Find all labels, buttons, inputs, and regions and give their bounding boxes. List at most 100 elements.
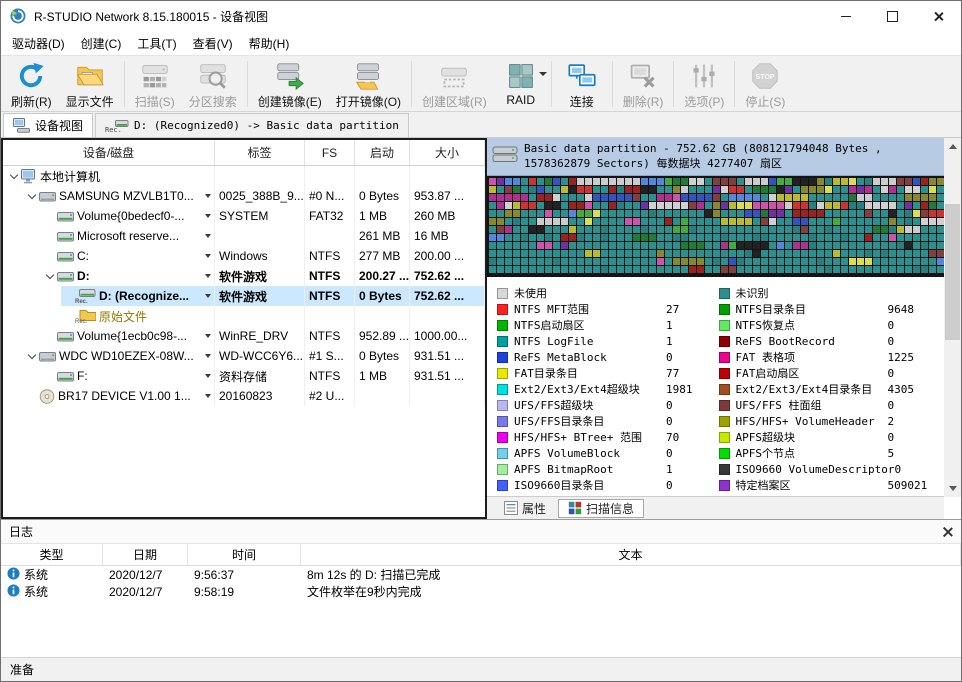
- scan-block: [537, 202, 544, 209]
- show-files-button[interactable]: 显示文件: [59, 58, 121, 110]
- refresh-button[interactable]: 刷新(R): [4, 58, 59, 110]
- scan-block: [825, 186, 832, 193]
- open-image-button[interactable]: 打开镜像(O): [329, 58, 408, 110]
- partition-search-button[interactable]: 分区搜索: [182, 58, 244, 110]
- expand-chevron-icon[interactable]: [43, 266, 57, 286]
- log-row[interactable]: 系统2020/12/79:58:19文件枚举在9秒内完成: [1, 583, 961, 600]
- scan-block: [617, 194, 624, 201]
- scan-block: [841, 250, 848, 257]
- scan-block: [545, 202, 552, 209]
- tree-column-header[interactable]: 设备/磁盘: [3, 140, 215, 165]
- log-column-header[interactable]: 类型: [1, 544, 103, 565]
- dropdown-arrow-icon[interactable]: [539, 72, 547, 76]
- toolbar-separator: [124, 61, 125, 107]
- scan-block: [585, 202, 592, 209]
- tree-row-wdc-disk[interactable]: WDC WD10EZEX-08W...WD-WCC6Y6...#1 S...0 …: [3, 346, 485, 366]
- tree-row-drive-f[interactable]: F:资料存储NTFS1 MB931.51 ...: [3, 366, 485, 386]
- legend-label: 未使用: [514, 285, 666, 301]
- log-time: 9:56:37: [188, 568, 301, 582]
- scan-block: [705, 194, 712, 201]
- menu-create[interactable]: 创建(C): [73, 31, 130, 55]
- scan-block: [825, 258, 832, 265]
- expand-chevron-icon[interactable]: [25, 346, 39, 366]
- tree-column-header[interactable]: 标签: [215, 140, 305, 165]
- options-button[interactable]: 选项(P): [677, 58, 731, 110]
- scroll-thumb[interactable]: [945, 204, 960, 341]
- stop-button[interactable]: STOP停止(S): [738, 58, 792, 110]
- scan-block: [817, 226, 824, 233]
- maximize-button[interactable]: [869, 1, 915, 31]
- menu-view[interactable]: 查看(V): [185, 31, 241, 55]
- scan-info-panel: Basic data partition - 752.62 GB (808121…: [487, 138, 961, 519]
- scroll-down-arrow[interactable]: [944, 480, 961, 497]
- scroll-up-arrow[interactable]: [944, 138, 961, 155]
- delete-button[interactable]: 删除(R): [616, 58, 671, 110]
- scan-block: [593, 250, 600, 257]
- scan-block: [737, 218, 744, 225]
- raid-button[interactable]: RAID: [494, 58, 548, 110]
- scan-block: [745, 234, 752, 241]
- scan-block: [825, 266, 832, 273]
- row-dropdown-arrow[interactable]: [205, 354, 211, 358]
- tab-device-view[interactable]: 设备视图: [3, 113, 93, 137]
- menu-tools[interactable]: 工具(T): [129, 31, 184, 55]
- scan-block: [729, 210, 736, 217]
- log-title: 日志: [9, 523, 33, 540]
- expand-chevron-icon[interactable]: [7, 166, 21, 186]
- scroll-track[interactable]: [944, 155, 961, 480]
- tree-row-raw-files[interactable]: Rec.原始文件: [3, 306, 485, 326]
- log-column-header[interactable]: 文本: [301, 544, 961, 565]
- scan-block: [873, 226, 880, 233]
- row-dropdown-arrow[interactable]: [205, 334, 211, 338]
- minimize-button[interactable]: [823, 1, 869, 31]
- tree-row-microsoft-reserved[interactable]: Microsoft reserve...261 MB16 MB: [3, 226, 485, 246]
- log-column-header[interactable]: 时间: [188, 544, 301, 565]
- create-image-button[interactable]: 创建镜像(E): [251, 58, 329, 110]
- row-dropdown-arrow[interactable]: [205, 214, 211, 218]
- log-row[interactable]: 系统2020/12/79:56:378m 12s 的 D: 扫描已完成: [1, 566, 961, 583]
- tree-row-drive-d-recognized[interactable]: Rec.D: (Recognize...软件游戏NTFS0 Bytes752.6…: [3, 286, 485, 306]
- tree-row-local-computer[interactable]: 本地计算机: [3, 166, 485, 186]
- close-button[interactable]: [915, 1, 961, 31]
- scan-block: [913, 218, 920, 225]
- tree-row-samsung-disk[interactable]: SAMSUNG MZVLB1T0...0025_388B_9...#0 N...…: [3, 186, 485, 206]
- tree-row-drive-d[interactable]: D:软件游戏NTFS200.27 ...752.62 ...: [3, 266, 485, 286]
- menu-drives[interactable]: 驱动器(D): [4, 31, 73, 55]
- tree-column-header[interactable]: 启动: [355, 140, 410, 165]
- row-dropdown-arrow[interactable]: [205, 234, 211, 238]
- partition-search-button-label: 分区搜索: [189, 93, 237, 110]
- log-close-button[interactable]: [941, 526, 953, 538]
- scan-block: [849, 194, 856, 201]
- row-dropdown-arrow[interactable]: [205, 274, 211, 278]
- row-dropdown-arrow[interactable]: [205, 394, 211, 398]
- scan-blockmap[interactable]: [487, 176, 944, 277]
- info-icon: [7, 584, 20, 600]
- scan-block: [881, 226, 888, 233]
- tree-column-header[interactable]: 大小: [410, 140, 485, 165]
- create-region-button[interactable]: 创建区域(R): [415, 58, 494, 110]
- chevron-spacer: [25, 386, 39, 406]
- log-column-header[interactable]: 日期: [103, 544, 188, 565]
- menu-help[interactable]: 帮助(H): [241, 31, 298, 55]
- scan-block: [801, 234, 808, 241]
- tab-recognized-partition[interactable]: Rec.D: (Recognized0) -> Basic data parti…: [95, 113, 409, 137]
- scrollbar[interactable]: [944, 138, 961, 497]
- tree-column-header[interactable]: FS: [305, 140, 355, 165]
- row-dropdown-arrow[interactable]: [205, 294, 211, 298]
- row-dropdown-arrow[interactable]: [205, 254, 211, 258]
- tree-row-br17-device[interactable]: BR17 DEVICE V1.00 1...20160823#2 U...: [3, 386, 485, 406]
- row-dropdown-arrow[interactable]: [205, 374, 211, 378]
- scan-block: [745, 194, 752, 201]
- connect-button[interactable]: 连接: [555, 58, 609, 110]
- tree-row-drive-c[interactable]: C:WindowsNTFS277 MB200.00 ...: [3, 246, 485, 266]
- tab-properties[interactable]: 属性: [495, 499, 555, 518]
- tree-row-volume-0bedecf0[interactable]: Volume{0bedecf0-...SYSTEMFAT321 MB260 MB: [3, 206, 485, 226]
- tab-scan-info[interactable]: 扫描信息: [558, 499, 644, 518]
- scan-block: [553, 234, 560, 241]
- scan-block: [705, 250, 712, 257]
- expand-chevron-icon[interactable]: [25, 186, 39, 206]
- row-dropdown-arrow[interactable]: [205, 194, 211, 198]
- tree-row-volume-1ecb0c98[interactable]: Volume{1ecb0c98-...WinRE_DRVNTFS952.89 .…: [3, 326, 485, 346]
- show-files-button-label: 显示文件: [66, 93, 114, 110]
- scan-button[interactable]: 扫描(S): [128, 58, 182, 110]
